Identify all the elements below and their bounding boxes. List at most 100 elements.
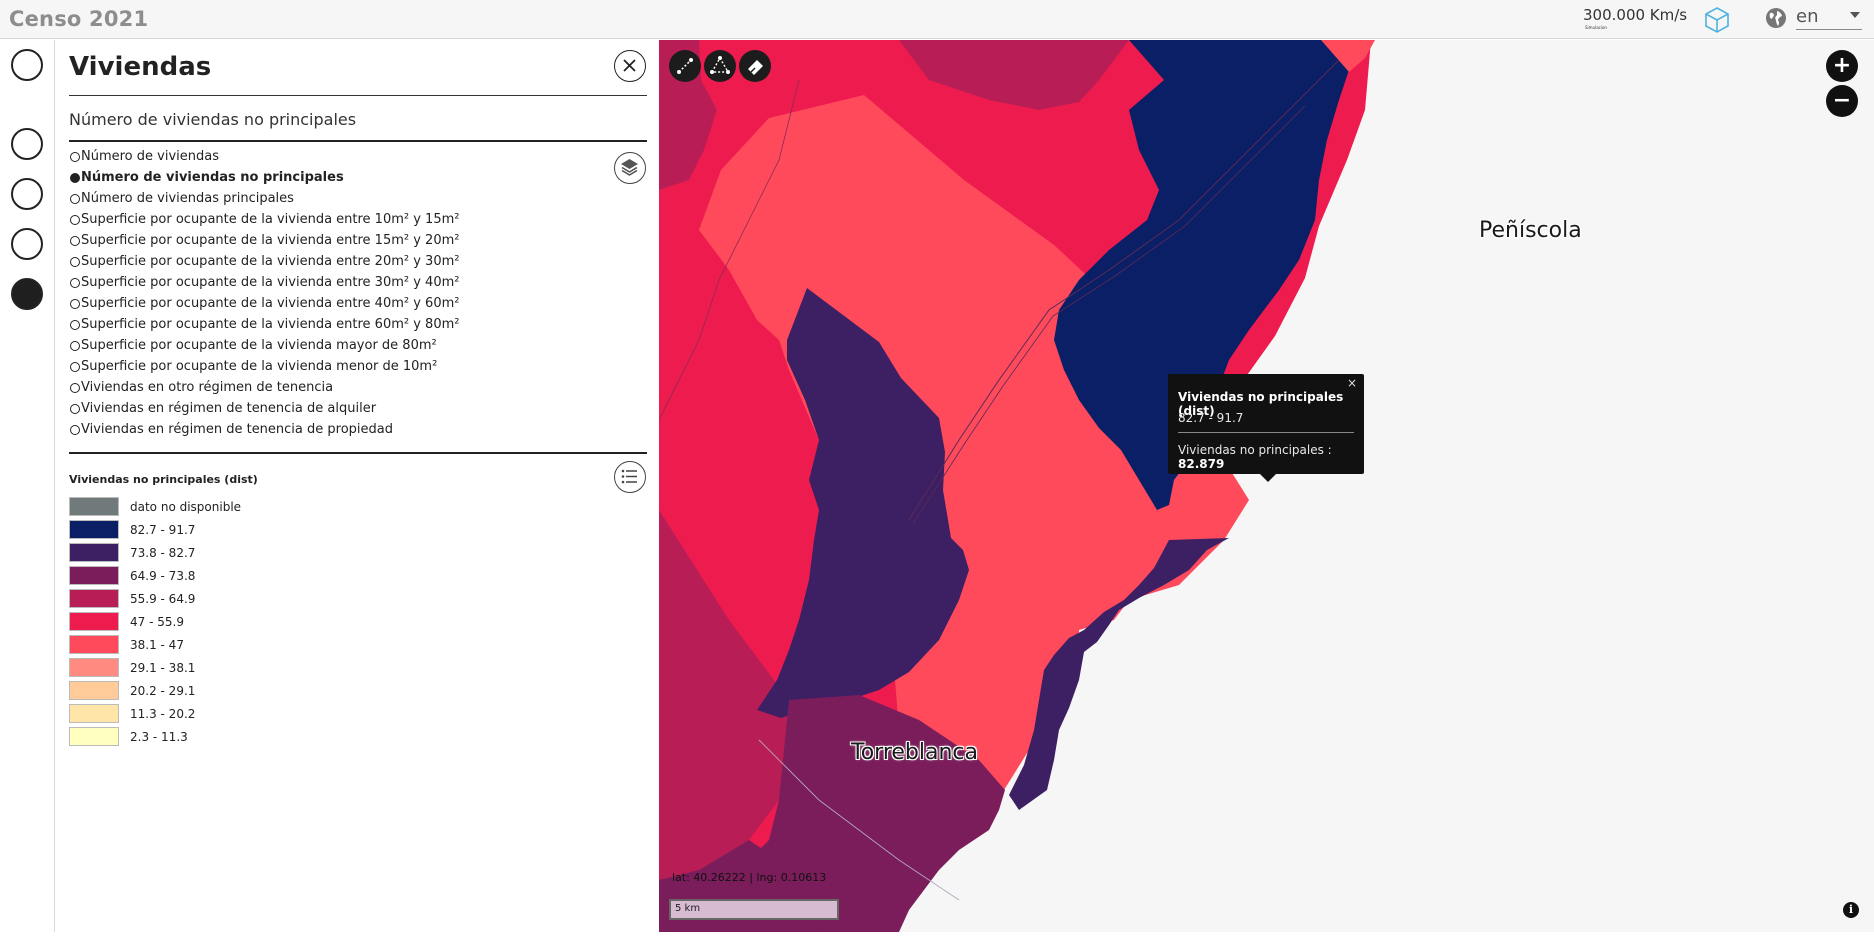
- variable-option-label: Viviendas en régimen de tenencia de prop…: [81, 422, 393, 437]
- radio-icon: [70, 361, 80, 372]
- variable-option[interactable]: Superficie por ocupante de la vivienda e…: [70, 314, 600, 335]
- section-rail: [0, 40, 55, 932]
- variable-option-label: Superficie por ocupante de la vivienda e…: [81, 275, 460, 290]
- layers-button[interactable]: [614, 152, 646, 184]
- legend-row: 73.8 - 82.7: [69, 541, 241, 564]
- rail-button-2[interactable]: [11, 128, 43, 160]
- measure-area-icon: [710, 56, 730, 74]
- scale-bar: 5 km: [669, 899, 839, 920]
- variable-option[interactable]: Superficie por ocupante de la vivienda e…: [70, 251, 600, 272]
- variable-option[interactable]: Número de viviendas: [70, 146, 600, 167]
- legend-swatch: [69, 497, 119, 516]
- variable-option[interactable]: Viviendas en régimen de tenencia de alqu…: [70, 398, 600, 419]
- legend-row: 38.1 - 47: [69, 633, 241, 656]
- legend-label: 73.8 - 82.7: [130, 545, 196, 560]
- legend: dato no disponible 82.7 - 91.7 73.8 - 82.7…: [69, 495, 241, 748]
- close-panel-button[interactable]: [614, 50, 646, 82]
- variable-option[interactable]: Superficie por ocupante de la vivienda m…: [70, 335, 600, 356]
- variable-option[interactable]: Número de viviendas principales: [70, 188, 600, 209]
- variable-option-label: Superficie por ocupante de la vivienda m…: [81, 359, 438, 374]
- variable-list: Número de viviendas Número de viviendas n…: [70, 146, 600, 440]
- legend-row: 11.3 - 20.2: [69, 702, 241, 725]
- rail-button-5[interactable]: [11, 278, 43, 310]
- legend-toggle-button[interactable]: [614, 461, 646, 493]
- top-bar: Censo 2021 300.000 Km/s Simulacion en: [0, 0, 1874, 39]
- legend-swatch: [69, 681, 119, 700]
- variable-option[interactable]: Superficie por ocupante de la vivienda e…: [70, 272, 600, 293]
- rail-button-1[interactable]: [11, 49, 43, 81]
- legend-swatch: [69, 727, 119, 746]
- popup-value-label: Viviendas no principales :: [1178, 443, 1332, 457]
- info-icon[interactable]: i: [1843, 902, 1859, 918]
- variable-option-label: Número de viviendas: [81, 149, 219, 164]
- feature-popup: × Viviendas no principales (dist) 82.7 -…: [1168, 374, 1364, 482]
- rail-button-4[interactable]: [11, 228, 43, 260]
- town-label-torreblanca: Torreblanca: [851, 740, 978, 765]
- close-icon: [623, 59, 636, 72]
- cursor-coordinates: lat: 40.26222 | lng: 0.10613: [672, 871, 827, 884]
- popup-close-button[interactable]: ×: [1347, 376, 1357, 390]
- legend-label: 11.3 - 20.2: [130, 706, 196, 721]
- variable-option[interactable]: Superficie por ocupante de la vivienda m…: [70, 356, 600, 377]
- variable-option[interactable]: Superficie por ocupante de la vivienda e…: [70, 293, 600, 314]
- rail-button-3[interactable]: [11, 178, 43, 210]
- chevron-down-icon: [1850, 12, 1860, 18]
- radio-icon: [70, 256, 80, 267]
- measure-line-icon: [677, 58, 693, 74]
- variable-option-label: Viviendas en otro régimen de tenencia: [81, 380, 334, 395]
- 3d-cube-icon[interactable]: [1703, 6, 1731, 34]
- radio-icon: [70, 172, 80, 183]
- popup-value: 82.879: [1178, 457, 1225, 471]
- legend-label: 64.9 - 73.8: [130, 568, 196, 583]
- popup-value-line: Viviendas no principales : 82.879: [1178, 443, 1364, 471]
- popup-range: 82.7 - 91.7: [1178, 411, 1244, 425]
- legend-row: 20.2 - 29.1: [69, 679, 241, 702]
- radio-icon: [70, 424, 80, 435]
- eraser-button[interactable]: [739, 50, 771, 82]
- radio-icon: [70, 319, 80, 330]
- zoom-in-button[interactable]: +: [1826, 50, 1858, 82]
- app-title: Censo 2021: [9, 7, 149, 31]
- legend-row: 55.9 - 64.9: [69, 587, 241, 610]
- legend-label: 38.1 - 47: [130, 637, 184, 652]
- variable-option[interactable]: Superficie por ocupante de la vivienda e…: [70, 209, 600, 230]
- legend-label: 29.1 - 38.1: [130, 660, 196, 675]
- layers-icon: [621, 159, 638, 176]
- list-icon: [621, 469, 637, 484]
- zoom-out-button[interactable]: −: [1826, 85, 1858, 117]
- panel-title: Viviendas: [69, 52, 212, 82]
- legend-swatch: [69, 658, 119, 677]
- variable-option-label: Superficie por ocupante de la vivienda e…: [81, 254, 460, 269]
- side-panel: Viviendas Número de viviendas no princip…: [56, 40, 659, 932]
- measure-area-button[interactable]: [704, 50, 736, 82]
- measure-line-button[interactable]: [669, 50, 701, 82]
- legend-swatch: [69, 543, 119, 562]
- legend-label: dato no disponible: [130, 499, 242, 514]
- popup-divider: [1178, 432, 1354, 433]
- legend-row: 82.7 - 91.7: [69, 518, 241, 541]
- divider: [69, 95, 647, 96]
- radio-icon: [70, 403, 80, 414]
- variable-option[interactable]: Superficie por ocupante de la vivienda e…: [70, 230, 600, 251]
- radio-icon: [70, 298, 80, 309]
- variable-option-label: Superficie por ocupante de la vivienda m…: [81, 338, 437, 353]
- variable-option-label: Viviendas en régimen de tenencia de alqu…: [81, 401, 377, 416]
- legend-swatch: [69, 520, 119, 539]
- legend-swatch: [69, 589, 119, 608]
- legend-row: 47 - 55.9: [69, 610, 241, 633]
- variable-option-label: Número de viviendas no principales: [81, 170, 344, 185]
- panel-subtitle: Número de viviendas no principales: [69, 110, 357, 129]
- variable-option[interactable]: Número de viviendas no principales: [70, 167, 600, 188]
- language-select[interactable]: en: [1796, 4, 1862, 30]
- variable-option[interactable]: Viviendas en régimen de tenencia de prop…: [70, 419, 600, 440]
- map-view[interactable]: Peñíscola Torreblanca + − × Viviendas no…: [659, 40, 1874, 932]
- legend-swatch: [69, 612, 119, 631]
- legend-row: dato no disponible: [69, 495, 241, 518]
- legend-swatch: [69, 704, 119, 723]
- variable-option-label: Superficie por ocupante de la vivienda e…: [81, 212, 460, 227]
- choropleth-map[interactable]: [659, 40, 1874, 932]
- variable-option-label: Superficie por ocupante de la vivienda e…: [81, 296, 460, 311]
- legend-row: 2.3 - 11.3: [69, 725, 241, 748]
- variable-option[interactable]: Viviendas en otro régimen de tenencia: [70, 377, 600, 398]
- radio-icon: [70, 193, 80, 204]
